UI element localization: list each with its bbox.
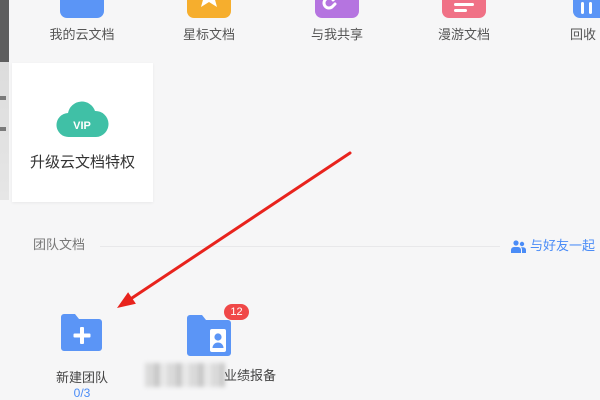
team-folder-icon xyxy=(187,315,231,356)
new-team-label: 新建团队 xyxy=(55,370,108,385)
invite-friends-label: 与好友一起 xyxy=(530,238,596,253)
vip-card-label: 升级云文档特权 xyxy=(29,154,135,171)
new-team-button[interactable]: 新建团队 0/3 xyxy=(42,306,122,400)
nav-label: 回收 xyxy=(570,27,597,42)
nav-recycle-bin[interactable]: 回收 xyxy=(550,0,600,46)
trash-icon xyxy=(573,0,600,18)
nav-starred-docs[interactable]: 星标文档 xyxy=(169,0,249,46)
window-edge xyxy=(0,0,9,200)
link-icon xyxy=(315,0,359,18)
arrow-shaft xyxy=(130,151,352,300)
star-icon xyxy=(187,0,231,18)
invite-friends-link[interactable]: 与好友一起 xyxy=(510,237,600,255)
window-edge-mark xyxy=(0,127,6,131)
redacted-text xyxy=(145,363,225,387)
nav-label: 漫游文档 xyxy=(437,27,490,42)
nav-roaming-docs[interactable]: 漫游文档 xyxy=(424,0,504,46)
folder-icon xyxy=(60,0,104,18)
notification-badge: 12 xyxy=(224,304,249,320)
vip-badge-text: VIP xyxy=(73,120,91,132)
nav-label: 星标文档 xyxy=(182,27,235,42)
team-quota-count: 0/3 xyxy=(73,386,91,400)
vip-upgrade-card[interactable]: VIP 升级云文档特权 xyxy=(12,63,153,202)
nav-shared-with-me[interactable]: 与我共享 xyxy=(297,0,377,46)
roaming-icon xyxy=(442,0,486,18)
add-team-folder-icon xyxy=(61,314,102,351)
window-edge-mark xyxy=(0,96,6,100)
people-icon xyxy=(511,240,526,253)
section-divider xyxy=(100,246,500,247)
team-name-label: 业绩报备 xyxy=(224,368,277,383)
nav-my-cloud-docs[interactable]: 我的云文档 xyxy=(42,0,122,46)
vip-cloud-icon: VIP xyxy=(56,101,109,138)
nav-label: 我的云文档 xyxy=(49,27,115,42)
nav-label: 与我共享 xyxy=(310,27,363,42)
section-title-team-docs: 团队文档 xyxy=(33,237,86,252)
